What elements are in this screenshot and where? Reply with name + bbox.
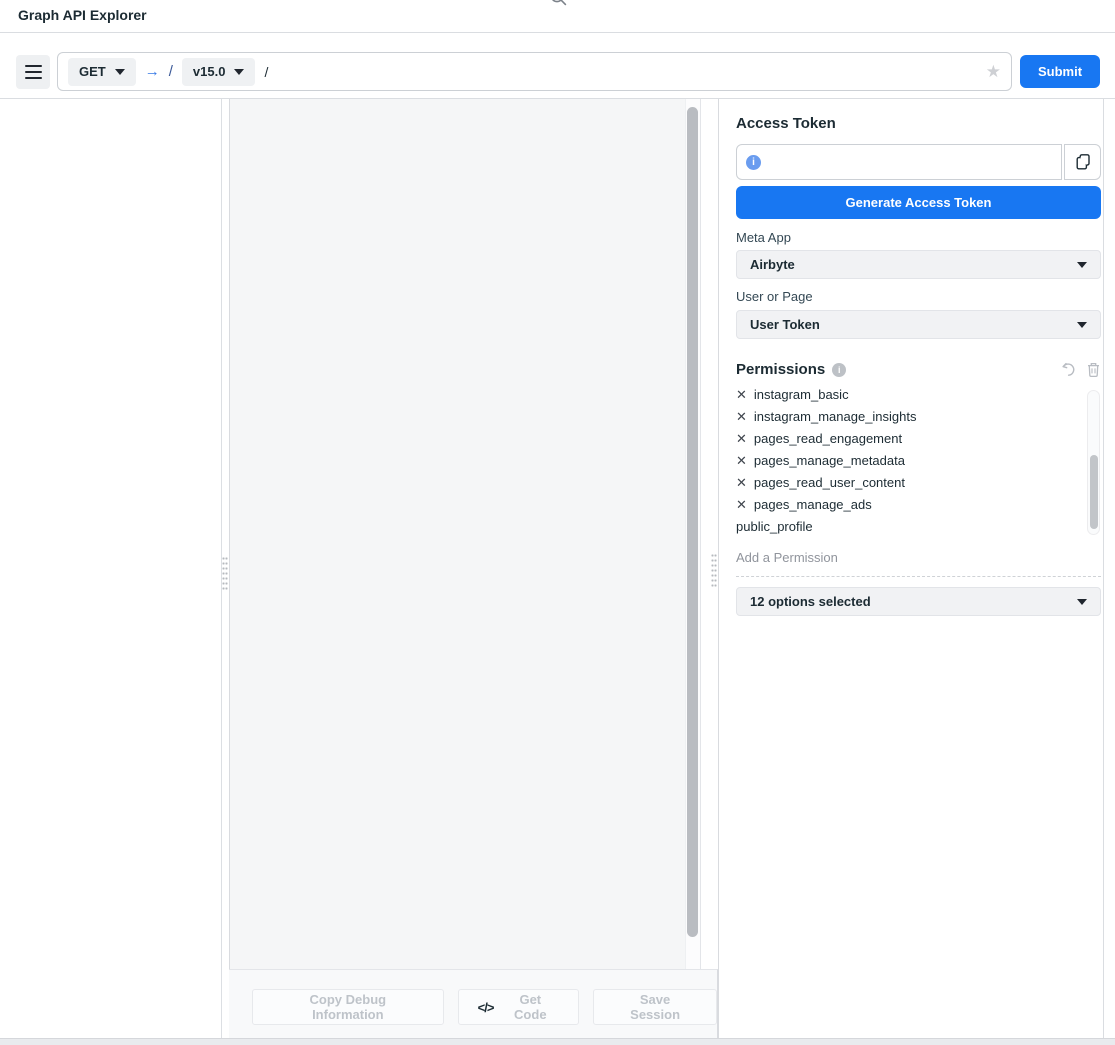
access-token-input[interactable] xyxy=(769,155,1052,170)
meta-app-selected-value: Airbyte xyxy=(750,257,795,272)
permission-item: public_profile xyxy=(736,515,1084,537)
options-selected-summary: 12 options selected xyxy=(750,594,871,609)
permissions-heading: Permissions xyxy=(736,361,825,378)
undo-icon xyxy=(1060,361,1077,378)
add-permission-wrap xyxy=(736,549,1101,577)
request-url-bar[interactable]: GET → / v15.0 / ★ xyxy=(57,52,1012,91)
access-token-field-wrap: i xyxy=(736,144,1062,180)
query-result-panel[interactable] xyxy=(229,99,701,969)
page-title: Graph API Explorer xyxy=(18,7,147,23)
permissions-scrollbar-thumb[interactable] xyxy=(1090,455,1098,529)
permissions-options-select[interactable]: 12 options selected xyxy=(736,587,1101,616)
permission-label: pages_read_user_content xyxy=(754,475,905,490)
token-info-icon[interactable]: i xyxy=(746,155,761,170)
root-slash: / xyxy=(169,63,173,80)
remove-permission-icon[interactable]: ✕ xyxy=(736,432,747,445)
chevron-down-icon xyxy=(1077,262,1087,268)
meta-app-label: Meta App xyxy=(736,230,791,245)
get-code-label: Get Code xyxy=(501,992,559,1022)
graph-api-explorer-page: Graph API Explorer GET → / v15.0 / ★ Sub… xyxy=(0,0,1115,1045)
permission-label: pages_manage_ads xyxy=(754,497,872,512)
permission-label: pages_manage_metadata xyxy=(754,453,905,468)
search-icon[interactable] xyxy=(549,0,568,12)
meta-app-select[interactable]: Airbyte xyxy=(736,250,1101,279)
permission-item: ✕ instagram_basic xyxy=(736,388,1084,405)
permission-label: public_profile xyxy=(736,519,813,534)
copy-debug-label: Copy Debug Information xyxy=(272,992,424,1022)
copy-icon xyxy=(1073,152,1093,172)
api-version-dropdown[interactable]: v15.0 xyxy=(182,58,256,86)
chevron-down-icon xyxy=(234,69,244,75)
access-token-sidebar: Access Token i Generate Access Token Met… xyxy=(718,99,1104,1038)
trash-icon xyxy=(1086,361,1101,378)
copy-token-button[interactable] xyxy=(1064,144,1101,180)
user-or-page-selected-value: User Token xyxy=(750,317,820,332)
right-resize-handle[interactable] xyxy=(711,553,717,589)
panel-scrollbar-track[interactable] xyxy=(685,99,700,969)
save-session-label: Save Session xyxy=(613,992,697,1022)
submit-button[interactable]: Submit xyxy=(1020,55,1100,88)
get-code-button[interactable]: </> Get Code xyxy=(458,989,580,1025)
save-session-button[interactable]: Save Session xyxy=(593,989,717,1025)
permissions-list: ✕ instagram_basic ✕ instagram_manage_ins… xyxy=(736,388,1084,537)
left-panel xyxy=(0,99,222,1038)
request-path-input[interactable]: / xyxy=(264,64,976,80)
permission-label: pages_read_engagement xyxy=(754,431,902,446)
permission-item: ✕ pages_read_engagement xyxy=(736,427,1084,449)
bottom-edge-strip xyxy=(0,1038,1115,1045)
add-permission-input[interactable] xyxy=(736,550,1101,565)
session-footer-bar: Copy Debug Information </> Get Code Save… xyxy=(229,969,718,1038)
permission-label: instagram_basic xyxy=(754,388,849,402)
code-icon: </> xyxy=(478,1000,494,1015)
permission-label: instagram_manage_insights xyxy=(754,409,917,424)
permission-item: ✕ pages_manage_ads xyxy=(736,493,1084,515)
hamburger-menu-button[interactable] xyxy=(16,55,50,89)
user-or-page-label: User or Page xyxy=(736,289,813,304)
access-token-heading: Access Token xyxy=(736,115,836,132)
chevron-down-icon xyxy=(1077,599,1087,605)
arrow-icon: → xyxy=(145,63,160,80)
copy-debug-information-button[interactable]: Copy Debug Information xyxy=(252,989,444,1025)
remove-permission-icon[interactable]: ✕ xyxy=(736,454,747,467)
undo-permissions-button[interactable] xyxy=(1060,361,1077,378)
chevron-down-icon xyxy=(115,69,125,75)
left-resize-handle[interactable] xyxy=(222,556,228,592)
permissions-header: Permissions i xyxy=(736,361,1101,378)
user-or-page-select[interactable]: User Token xyxy=(736,310,1101,339)
permission-item: ✕ pages_manage_metadata xyxy=(736,449,1084,471)
app-header: Graph API Explorer xyxy=(0,0,1115,33)
http-method-dropdown[interactable]: GET xyxy=(68,58,136,86)
star-bookmark-icon[interactable]: ★ xyxy=(986,63,1001,80)
chevron-down-icon xyxy=(1077,322,1087,328)
api-version-label: v15.0 xyxy=(193,64,226,79)
remove-permission-icon[interactable]: ✕ xyxy=(736,498,747,511)
http-method-label: GET xyxy=(79,64,106,79)
remove-permission-icon[interactable]: ✕ xyxy=(736,410,747,423)
access-token-row: i xyxy=(736,144,1101,180)
permissions-info-icon[interactable]: i xyxy=(832,363,846,377)
permission-item: ✕ instagram_manage_insights xyxy=(736,405,1084,427)
permissions-scrollbar-track[interactable] xyxy=(1087,390,1100,535)
clear-permissions-button[interactable] xyxy=(1086,361,1101,378)
permissions-list-viewport[interactable]: ✕ instagram_basic ✕ instagram_manage_ins… xyxy=(736,388,1084,538)
remove-permission-icon[interactable]: ✕ xyxy=(736,476,747,489)
remove-permission-icon[interactable]: ✕ xyxy=(736,388,747,401)
generate-access-token-button[interactable]: Generate Access Token xyxy=(736,186,1101,219)
permission-item: ✕ pages_read_user_content xyxy=(736,471,1084,493)
panel-scrollbar-thumb[interactable] xyxy=(687,107,698,937)
